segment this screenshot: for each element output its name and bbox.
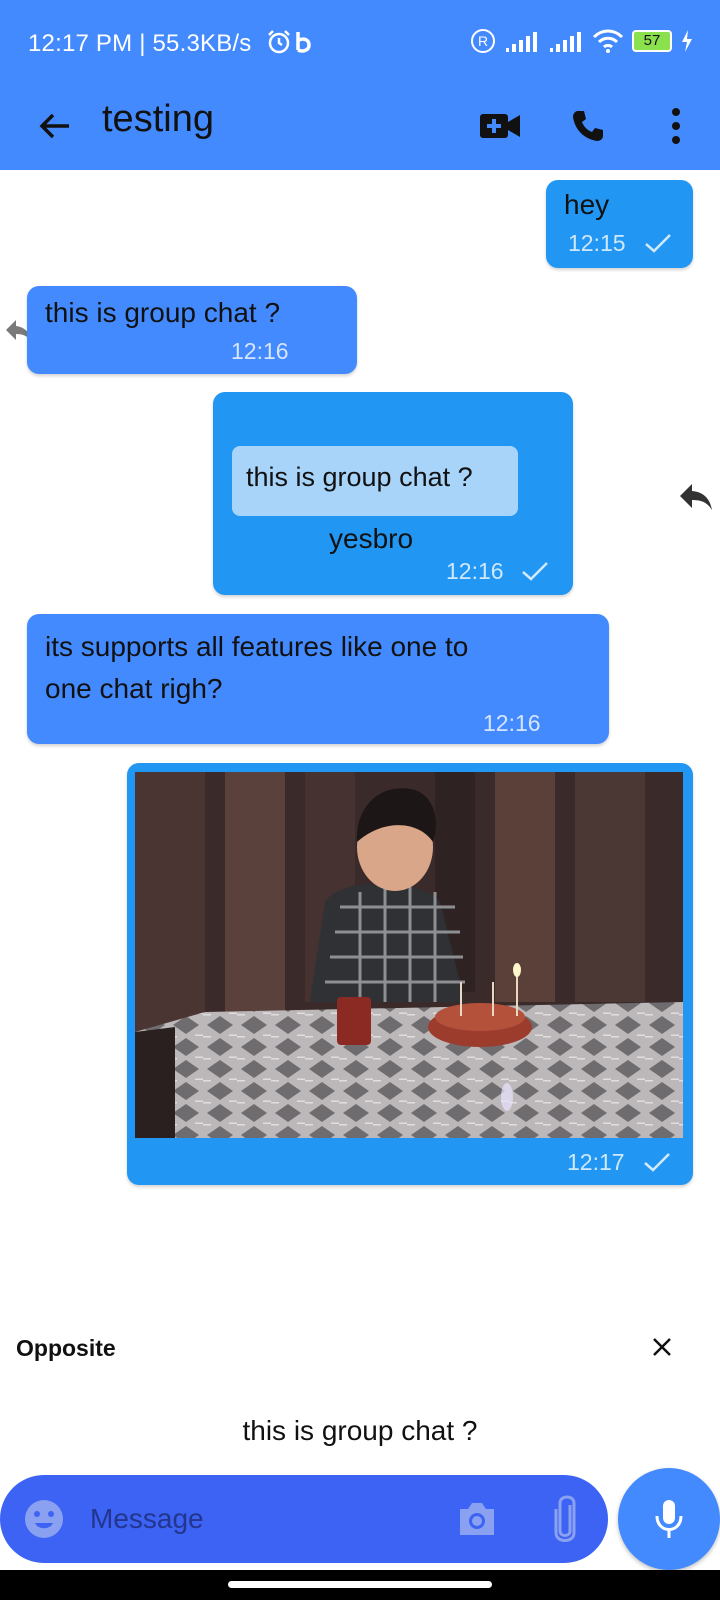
phone-icon <box>573 111 603 141</box>
message-text: hey <box>564 189 610 220</box>
signal-icon <box>506 32 537 52</box>
message-text: this is group chat ? <box>45 297 281 328</box>
more-options-button[interactable] <box>648 98 704 154</box>
message-time: 12:16 <box>231 338 289 364</box>
arrow-back-icon <box>39 113 69 139</box>
message-bubble-outgoing[interactable]: hey 12:15 <box>546 180 693 268</box>
reply-preview-text: this is group chat ? <box>242 1415 478 1446</box>
reply-preview-sender: Opposite <box>16 1335 116 1361</box>
check-icon <box>522 562 548 581</box>
message-text: yesbro <box>329 523 414 554</box>
status-right-icons: R 57 <box>470 28 694 54</box>
close-icon <box>653 1338 671 1356</box>
reply-icon[interactable] <box>678 480 714 514</box>
message-input[interactable] <box>90 1489 430 1549</box>
check-icon <box>644 1153 670 1172</box>
wifi-icon <box>592 29 624 53</box>
back-button[interactable] <box>30 101 80 151</box>
message-time: 12:16 <box>446 558 504 584</box>
more-vert-icon <box>672 108 680 144</box>
signal-icon <box>550 32 581 52</box>
message-composer <box>0 1475 608 1563</box>
message-text-line: its supports all features like one to <box>45 631 469 662</box>
home-gesture-handle[interactable] <box>228 1581 492 1588</box>
battery-icon: 57 <box>632 30 672 52</box>
svg-text:R: R <box>478 33 488 49</box>
quoted-message-text: this is group chat ? <box>246 462 473 492</box>
camera-icon[interactable] <box>456 1499 498 1539</box>
registered-icon: R <box>471 29 495 53</box>
voice-call-button[interactable] <box>560 98 616 154</box>
status-time: 12:17 PM | 55.3KB/s <box>28 30 252 57</box>
message-bubble-incoming[interactable]: its supports all features like one to on… <box>27 614 609 744</box>
status-bar: 12:17 PM | 55.3KB/s R 57 <box>0 0 720 84</box>
chat-title[interactable]: testing <box>102 98 214 141</box>
alarm-icon <box>268 30 290 54</box>
message-time: 12:16 <box>483 710 541 736</box>
system-nav-bar <box>0 1570 720 1600</box>
message-time: 12:17 <box>567 1149 625 1175</box>
close-reply-button[interactable] <box>645 1330 679 1364</box>
photo-image <box>135 772 683 1138</box>
attach-icon[interactable] <box>550 1493 580 1545</box>
app-bar: testing <box>0 84 720 170</box>
message-bubble-outgoing-reply[interactable]: this is group chat ? yesbro 12:16 <box>213 392 573 595</box>
battery-level: 57 <box>643 32 661 49</box>
photo-attachment[interactable] <box>135 772 683 1138</box>
b-app-icon <box>296 32 311 53</box>
message-time: 12:15 <box>568 230 626 256</box>
message-bubble-incoming[interactable]: this is group chat ? 12:16 <box>27 286 357 374</box>
video-call-button[interactable] <box>472 98 528 154</box>
quoted-message[interactable]: this is group chat ? <box>232 446 518 516</box>
emoji-icon[interactable] <box>24 1499 64 1539</box>
charging-icon <box>682 30 692 52</box>
message-text-line: one chat righ? <box>45 673 223 704</box>
check-icon <box>645 234 671 253</box>
voice-message-button[interactable] <box>618 1468 720 1570</box>
mic-icon <box>655 1500 683 1538</box>
video-call-icon <box>480 114 520 138</box>
